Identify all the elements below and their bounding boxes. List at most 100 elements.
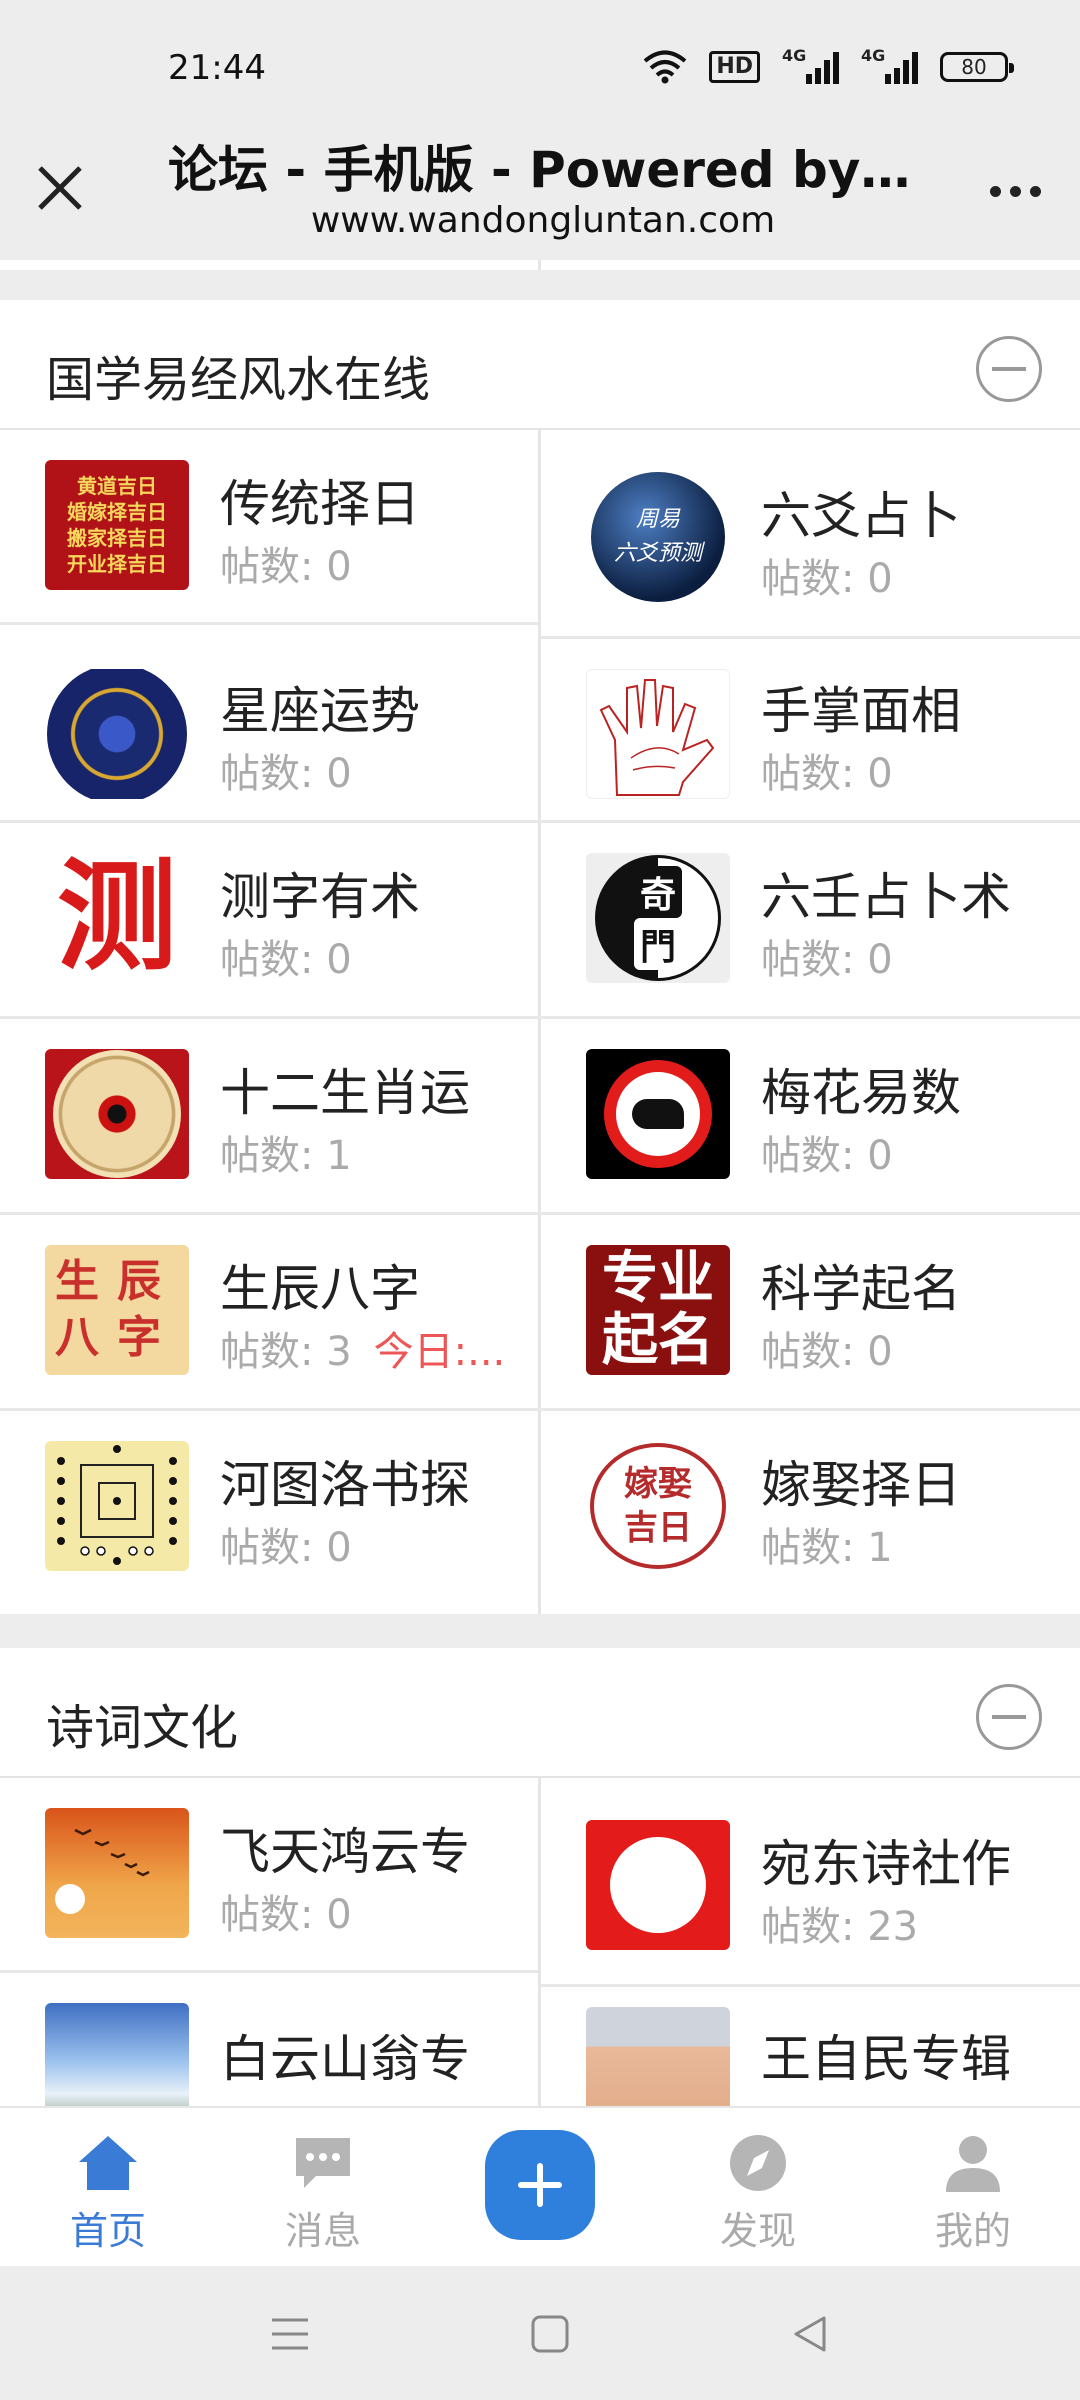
page-url: www.wandongluntan.com	[310, 200, 776, 241]
forum-item[interactable]: 手掌面相 帖数: 0	[541, 639, 1080, 820]
forum-name: 梅花易数	[761, 1064, 961, 1122]
today-count: 今日:...	[373, 1329, 506, 1375]
signal-icon: 4G	[861, 46, 918, 84]
previous-section-edge	[0, 260, 1080, 270]
forum-item[interactable]: 黄道吉日 婚嫁择吉日 搬家择吉日 开业择吉日 传统择日 帖数: 0	[0, 430, 538, 622]
forum-item[interactable]: 白云山翁专	[0, 1973, 538, 2106]
forum-thumbnail	[45, 2003, 189, 2106]
signal-icon: 4G	[782, 46, 839, 84]
forum-thumbnail	[586, 1049, 730, 1179]
forum-thumbnail	[45, 1049, 189, 1179]
system-nav-bar	[0, 2266, 1080, 2400]
forum-content[interactable]: 国学易经风水在线 黄道吉日 婚嫁择吉日 搬家择吉日 开业择吉日 传统择日 帖数:…	[0, 260, 1080, 2106]
forum-name: 飞天鸿云专	[220, 1823, 470, 1881]
forum-post-count: 帖数: 0	[761, 751, 893, 797]
forum-item[interactable]: 王自民专辑	[541, 1987, 1080, 2106]
forum-post-count: 帖数: 0	[220, 751, 352, 797]
forum-item[interactable]: 嫁娶 吉日 嫁娶择日 帖数: 1	[541, 1411, 1080, 1614]
section-title: 国学易经风水在线	[46, 352, 431, 408]
more-icon[interactable]	[980, 166, 1050, 216]
nav-discover[interactable]: 发现	[678, 2108, 838, 2268]
title-bar: 论坛 - 手机版 - Powered by Di... www.wandongl…	[0, 120, 1080, 260]
nav-label: 首页	[69, 2209, 146, 2253]
forum-post-count: 帖数: 0	[220, 544, 352, 590]
collapse-icon[interactable]	[976, 336, 1042, 402]
forum-item[interactable]: 梅花易数 帖数: 0	[541, 1019, 1080, 1212]
forum-thumbnail	[45, 669, 189, 799]
status-icons: HD 4G 4G 80	[643, 46, 1014, 84]
forum-name: 王自民专辑	[761, 2030, 1011, 2088]
nav-messages[interactable]: 消息	[243, 2108, 403, 2268]
section-title: 诗词文化	[46, 1700, 239, 1756]
section-guoxue: 国学易经风水在线 黄道吉日 婚嫁择吉日 搬家择吉日 开业择吉日 传统择日 帖数:…	[0, 300, 1080, 1614]
compass-icon	[723, 2130, 793, 2196]
forum-name: 河图洛书探	[220, 1456, 470, 1514]
forum-thumbnail	[45, 1441, 189, 1571]
forum-post-count: 帖数: 0	[761, 1133, 893, 1179]
home-square-icon[interactable]	[520, 2306, 580, 2362]
forum-thumbnail: 周易 六爻预测	[586, 472, 730, 602]
forum-name: 十二生肖运	[220, 1064, 470, 1122]
nav-home[interactable]: 首页	[28, 2108, 188, 2268]
forum-thumbnail: 测	[45, 853, 189, 983]
forum-name: 六壬占卜术	[761, 868, 1011, 926]
forum-item[interactable]: 周易 六爻预测 六爻占卜 帖数: 0	[541, 430, 1080, 636]
forum-item[interactable]: 测 测字有术 帖数: 0	[0, 823, 538, 1016]
forum-thumbnail	[586, 1820, 730, 1950]
message-icon	[288, 2130, 358, 2196]
hd-icon: HD	[709, 51, 760, 83]
forum-item[interactable]: 宛东诗社作 帖数: 23	[541, 1778, 1080, 1984]
close-icon[interactable]	[30, 158, 90, 218]
status-bar: 21:44 HD 4G 4G 80	[0, 0, 1080, 120]
forum-item[interactable]: 飞天鸿云专 帖数: 0	[0, 1778, 538, 1970]
section-header[interactable]: 诗词文化	[0, 1648, 1080, 1778]
section-header[interactable]: 国学易经风水在线	[0, 300, 1080, 430]
forum-thumbnail	[45, 1808, 189, 1938]
battery-icon: 80	[940, 52, 1014, 82]
forum-thumbnail: 奇 門	[586, 853, 730, 983]
nav-label: 消息	[284, 2209, 361, 2253]
forum-post-count: 帖数: 0	[220, 1525, 352, 1571]
nav-label: 发现	[719, 2209, 796, 2253]
forum-post-count: 帖数: 0	[761, 1329, 893, 1375]
forum-thumbnail: 嫁娶 吉日	[586, 1441, 730, 1571]
forum-name: 白云山翁专	[220, 2030, 470, 2088]
forum-name: 宛东诗社作	[761, 1835, 1011, 1893]
forum-thumbnail	[586, 2007, 730, 2106]
forum-name: 传统择日	[220, 475, 420, 533]
nav-profile[interactable]: 我的	[893, 2108, 1053, 2268]
forum-post-count: 帖数: 23	[761, 1904, 919, 1950]
forum-post-count: 帖数: 0	[761, 937, 893, 983]
forum-item[interactable]: 十二生肖运 帖数: 1	[0, 1019, 538, 1212]
forum-name: 测字有术	[220, 868, 420, 926]
plus-icon[interactable]	[485, 2130, 595, 2240]
forum-name: 手掌面相	[761, 682, 961, 740]
collapse-icon[interactable]	[976, 1684, 1042, 1750]
forum-thumbnail: 黄道吉日 婚嫁择吉日 搬家择吉日 开业择吉日	[45, 460, 189, 590]
home-icon	[73, 2130, 143, 2196]
user-icon	[938, 2130, 1008, 2196]
forum-item[interactable]: 河图洛书探 帖数: 0	[0, 1411, 538, 1614]
forum-name: 嫁娶择日	[761, 1456, 961, 1514]
menu-icon[interactable]	[260, 2306, 320, 2362]
bottom-nav: 首页 消息 发现 我的	[0, 2106, 1080, 2266]
forum-item[interactable]: 奇 門 六壬占卜术 帖数: 0	[541, 823, 1080, 1016]
forum-item[interactable]: 星座运势 帖数: 0	[0, 625, 538, 820]
forum-item[interactable]: 专业 起名 科学起名 帖数: 0	[541, 1215, 1080, 1408]
forum-post-count: 帖数: 1	[761, 1525, 893, 1571]
status-time: 21:44	[168, 48, 266, 88]
back-icon[interactable]	[780, 2306, 840, 2362]
forum-name: 科学起名	[761, 1260, 961, 1318]
forum-post-count: 帖数: 0	[761, 556, 893, 602]
page-title: 论坛 - 手机版 - Powered by Di...	[168, 141, 918, 199]
forum-thumbnail	[586, 669, 730, 799]
forum-name: 星座运势	[220, 682, 420, 740]
forum-post-count: 帖数: 3 今日:...	[220, 1329, 506, 1375]
section-shici: 诗词文化 飞天鸿云专 帖数: 0 宛东诗社作 帖数: 23 白云山翁专 王自民专…	[0, 1648, 1080, 2106]
wifi-icon	[643, 50, 687, 84]
forum-item[interactable]: 生辰 八字 生辰八字 帖数: 3 今日:...	[0, 1215, 538, 1408]
forum-grid: 黄道吉日 婚嫁择吉日 搬家择吉日 开业择吉日 传统择日 帖数: 0 周易 六爻预…	[0, 430, 1080, 1614]
forum-name: 六爻占卜	[761, 487, 961, 545]
forum-name: 生辰八字	[220, 1260, 420, 1318]
forum-thumbnail: 生辰 八字	[45, 1245, 189, 1375]
